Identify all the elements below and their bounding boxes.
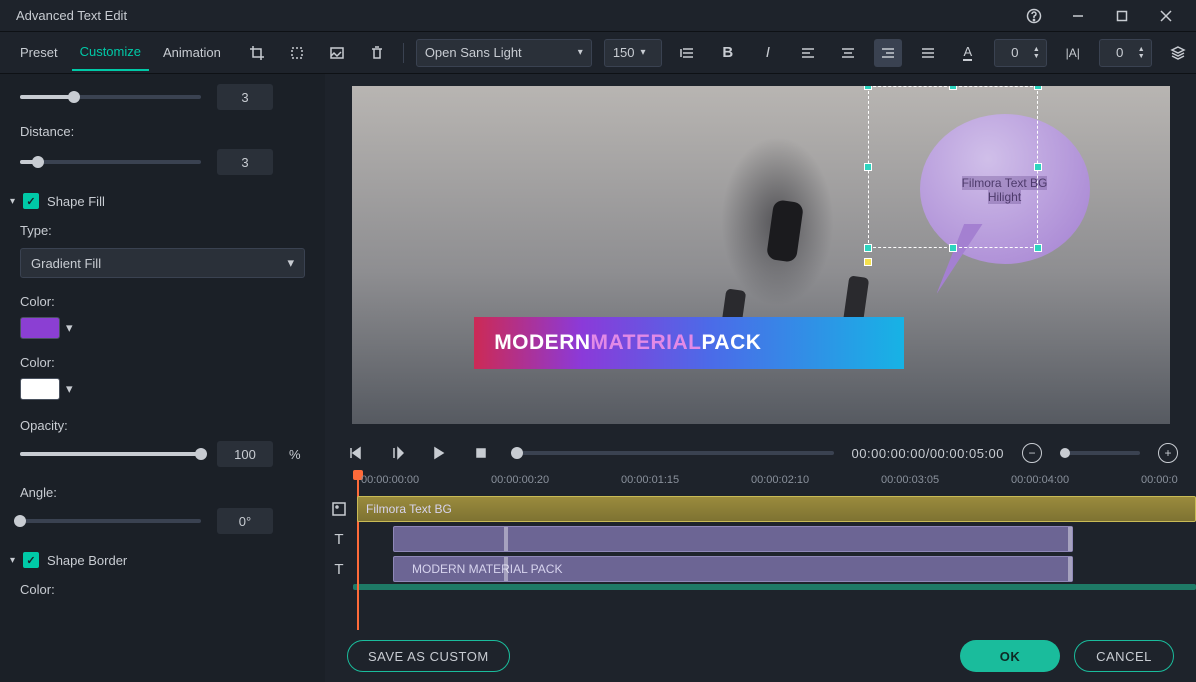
color2-label: Color: bbox=[20, 355, 305, 370]
color-spinner[interactable]: ▲▼ bbox=[1033, 46, 1040, 60]
prev-frame-button[interactable] bbox=[343, 441, 367, 465]
tab-customize[interactable]: Customize bbox=[72, 34, 149, 71]
track-head-text2[interactable]: T bbox=[325, 554, 353, 584]
align-left-icon[interactable] bbox=[794, 39, 822, 67]
banner-text[interactable]: MODERN MATERIAL PACK bbox=[474, 317, 904, 369]
spacing-slider[interactable] bbox=[20, 95, 201, 99]
fill-type-value: Gradient Fill bbox=[31, 256, 101, 271]
chevron-down-icon: ▾ bbox=[287, 255, 294, 271]
distance-value[interactable]: 3 bbox=[217, 149, 273, 175]
zoom-out-button[interactable]: − bbox=[1022, 443, 1042, 463]
opacity-label: Opacity: bbox=[20, 418, 305, 433]
border-color-label: Color: bbox=[20, 582, 305, 597]
timeline-scrollbar[interactable] bbox=[353, 584, 1196, 590]
angle-value[interactable]: 0° bbox=[217, 508, 273, 534]
play-button[interactable] bbox=[385, 441, 409, 465]
cancel-button[interactable]: CANCEL bbox=[1074, 640, 1174, 672]
align-right-icon[interactable] bbox=[874, 39, 902, 67]
clip-text1[interactable] bbox=[393, 526, 1073, 552]
color-value-input[interactable]: ▲▼ bbox=[994, 39, 1047, 67]
text-color-icon[interactable]: A bbox=[954, 39, 982, 67]
opacity-value[interactable]: 100 bbox=[217, 441, 273, 467]
spacing-value-input[interactable]: ▲▼ bbox=[1099, 39, 1152, 67]
font-name: Open Sans Light bbox=[425, 45, 522, 60]
shape-fill-label: Shape Fill bbox=[47, 194, 105, 209]
maximize-button[interactable] bbox=[1100, 1, 1144, 31]
layers-icon[interactable] bbox=[1164, 39, 1192, 67]
shape-border-section[interactable]: ▾ ✓ Shape Border bbox=[10, 552, 305, 568]
color2-swatch[interactable] bbox=[20, 378, 60, 400]
spacing-value[interactable]: 3 bbox=[217, 84, 273, 110]
timeline: 00:00:00:00 00:00:00:20 00:00:01:15 00:0… bbox=[325, 470, 1196, 630]
italic-icon[interactable]: I bbox=[754, 39, 782, 67]
fit-icon[interactable] bbox=[283, 39, 311, 67]
chevron-down-icon: ▾ bbox=[641, 47, 646, 58]
align-justify-icon[interactable] bbox=[914, 39, 942, 67]
bold-icon[interactable]: B bbox=[714, 39, 742, 67]
track-head-bg[interactable] bbox=[325, 494, 353, 524]
shape-border-label: Shape Border bbox=[47, 553, 127, 568]
chevron-down-icon[interactable]: ▾ bbox=[66, 320, 73, 336]
time-ruler[interactable]: 00:00:00:00 00:00:00:20 00:00:01:15 00:0… bbox=[353, 470, 1196, 494]
color-value-field[interactable] bbox=[1001, 45, 1029, 60]
font-select[interactable]: Open Sans Light ▾ bbox=[416, 39, 592, 67]
angle-slider[interactable] bbox=[20, 519, 201, 523]
caret-down-icon: ▾ bbox=[10, 555, 15, 566]
trash-icon[interactable] bbox=[363, 39, 391, 67]
chevron-down-icon[interactable]: ▾ bbox=[66, 381, 73, 397]
zoom-in-button[interactable]: + bbox=[1158, 443, 1178, 463]
help-icon[interactable] bbox=[1012, 1, 1056, 31]
track-head-text1[interactable]: T bbox=[325, 524, 353, 554]
minimize-button[interactable] bbox=[1056, 1, 1100, 31]
opacity-slider[interactable] bbox=[20, 452, 201, 456]
shape-fill-checkbox[interactable]: ✓ bbox=[23, 193, 39, 209]
timecode: 00:00:00:00/00:00:05:00 bbox=[852, 446, 1004, 461]
seek-slider[interactable] bbox=[511, 451, 834, 455]
clip-bg[interactable]: Filmora Text BG bbox=[357, 496, 1196, 522]
shape-fill-section[interactable]: ▾ ✓ Shape Fill bbox=[10, 193, 305, 209]
zoom-slider[interactable] bbox=[1060, 451, 1140, 455]
opacity-unit: % bbox=[289, 447, 305, 462]
properties-panel: 3 Distance: 3 ▾ ✓ Shape Fill Type: Gradi… bbox=[0, 74, 325, 682]
image-icon[interactable] bbox=[323, 39, 351, 67]
color1-label: Color: bbox=[20, 294, 305, 309]
save-as-custom-button[interactable]: SAVE AS CUSTOM bbox=[347, 640, 510, 672]
letter-spacing-icon[interactable]: |A| bbox=[1059, 39, 1087, 67]
distance-slider[interactable] bbox=[20, 160, 201, 164]
crop-icon[interactable] bbox=[243, 39, 271, 67]
spacing-value-field[interactable] bbox=[1106, 45, 1134, 60]
distance-label: Distance: bbox=[20, 124, 305, 139]
caret-down-icon: ▾ bbox=[10, 196, 15, 207]
align-center-icon[interactable] bbox=[834, 39, 862, 67]
tab-preset[interactable]: Preset bbox=[12, 35, 66, 70]
type-label: Type: bbox=[20, 223, 305, 238]
font-size-value: 150 bbox=[613, 45, 635, 60]
spacing-spinner[interactable]: ▲▼ bbox=[1138, 46, 1145, 60]
angle-label: Angle: bbox=[20, 485, 305, 500]
font-size-select[interactable]: 150 ▾ bbox=[604, 39, 662, 67]
color1-swatch[interactable] bbox=[20, 317, 60, 339]
close-button[interactable] bbox=[1144, 1, 1188, 31]
preview-canvas[interactable]: MODERN MATERIAL PACK Filmora Text BG Hil… bbox=[352, 86, 1170, 424]
line-spacing-icon[interactable] bbox=[674, 39, 702, 67]
fill-type-dropdown[interactable]: Gradient Fill ▾ bbox=[20, 248, 305, 278]
stop-button[interactable] bbox=[469, 441, 493, 465]
next-frame-button[interactable] bbox=[427, 441, 451, 465]
selection-box[interactable] bbox=[868, 86, 1038, 248]
chevron-down-icon: ▾ bbox=[578, 47, 583, 58]
ok-button[interactable]: OK bbox=[960, 640, 1060, 672]
shape-border-checkbox[interactable]: ✓ bbox=[23, 552, 39, 568]
tab-animation[interactable]: Animation bbox=[155, 35, 229, 70]
window-title: Advanced Text Edit bbox=[16, 8, 1012, 23]
clip-text2[interactable]: MODERN MATERIAL PACK bbox=[393, 556, 1073, 582]
